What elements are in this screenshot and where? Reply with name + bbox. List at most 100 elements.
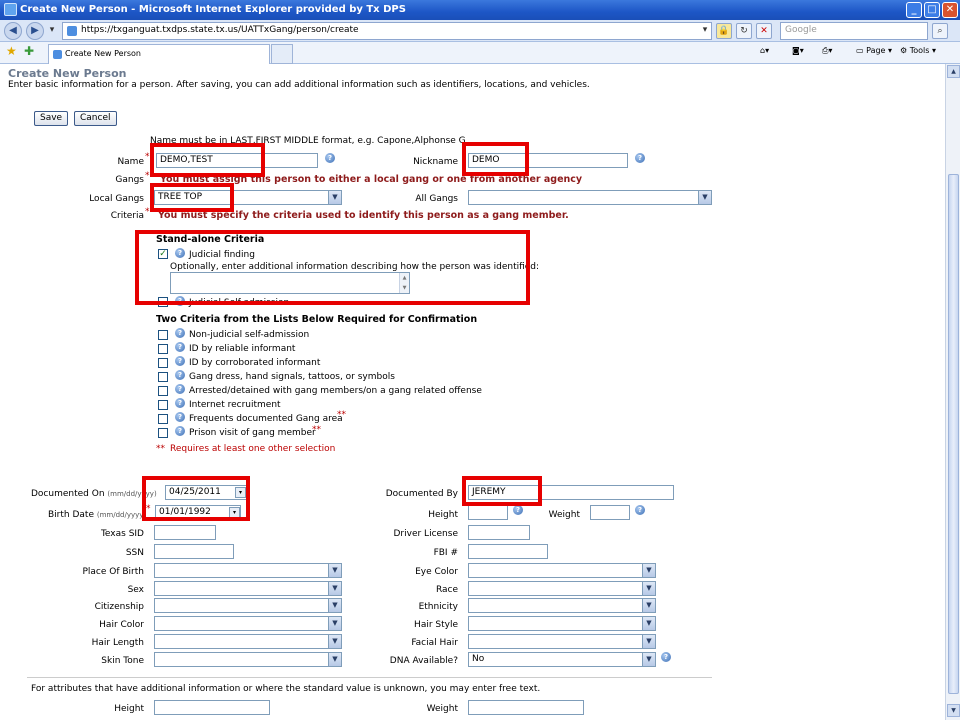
new-tab-button[interactable] xyxy=(271,44,293,64)
hair-color-label: Hair Color xyxy=(99,620,144,630)
criteria-checkbox[interactable] xyxy=(158,400,168,410)
page-menu[interactable]: ▭ Page ▾ xyxy=(856,46,892,55)
criteria-checkbox[interactable] xyxy=(158,358,168,368)
eye-color-select[interactable]: ▼ xyxy=(468,563,656,578)
maximize-icon[interactable]: □ xyxy=(924,2,940,18)
weight-freetext-input[interactable] xyxy=(468,700,584,715)
facial-hair-select[interactable]: ▼ xyxy=(468,634,656,649)
chevron-down-icon[interactable]: ▼ xyxy=(642,653,655,666)
double-marker: ** xyxy=(337,410,346,420)
help-icon[interactable]: ? xyxy=(175,384,185,394)
print-icon[interactable]: ⎙▾ xyxy=(822,46,832,56)
height-freetext-input[interactable] xyxy=(154,700,270,715)
criteria-checkbox[interactable] xyxy=(158,414,168,424)
cancel-button[interactable]: Cancel xyxy=(74,111,117,126)
help-icon[interactable]: ? xyxy=(175,412,185,422)
height-input[interactable] xyxy=(468,505,508,520)
sex-select[interactable]: ▼ xyxy=(154,581,342,596)
help-icon[interactable]: ? xyxy=(661,652,671,662)
all-gangs-label: All Gangs xyxy=(415,194,458,204)
texas-sid-input[interactable] xyxy=(154,525,216,540)
help-icon[interactable]: ? xyxy=(635,153,645,163)
tab-create-new-person[interactable]: Create New Person xyxy=(48,44,270,64)
hair-color-select[interactable]: ▼ xyxy=(154,616,342,631)
chevron-down-icon[interactable]: ▼ xyxy=(642,617,655,630)
height-label: Height xyxy=(428,510,458,520)
criteria-checkbox[interactable] xyxy=(158,386,168,396)
driver-license-input[interactable] xyxy=(468,525,530,540)
help-icon[interactable]: ? xyxy=(635,505,645,515)
citizenship-select[interactable]: ▼ xyxy=(154,598,342,613)
chevron-down-icon[interactable]: ▼ xyxy=(328,582,341,595)
all-gangs-select[interactable]: ▼ xyxy=(468,190,712,205)
fbi-input[interactable] xyxy=(468,544,548,559)
criteria-item: ID by corroborated informant xyxy=(189,358,321,368)
criteria-item: ID by reliable informant xyxy=(189,344,296,354)
chevron-down-icon[interactable]: ▼ xyxy=(642,564,655,577)
criteria-checkbox[interactable] xyxy=(158,372,168,382)
height-freetext-label: Height xyxy=(114,704,144,714)
chevron-down-icon[interactable]: ▼ xyxy=(642,599,655,612)
search-icon[interactable]: ⌕ xyxy=(932,23,948,39)
forward-icon[interactable]: ▶ xyxy=(26,22,44,40)
home-icon[interactable]: ⌂▾ xyxy=(760,46,769,55)
highlight-box xyxy=(135,230,530,305)
vertical-scrollbar[interactable]: ▲ ▼ xyxy=(945,64,960,720)
double-marker: ** xyxy=(312,425,321,435)
feeds-icon[interactable]: ◙▾ xyxy=(792,46,804,55)
scroll-down-icon[interactable]: ▼ xyxy=(947,704,960,717)
ethnicity-select[interactable]: ▼ xyxy=(468,598,656,613)
page-title: Create New Person xyxy=(8,67,127,80)
scroll-up-icon[interactable]: ▲ xyxy=(947,65,960,78)
chevron-down-icon[interactable]: ▼ xyxy=(698,191,711,204)
lock-icon[interactable]: 🔒 xyxy=(716,23,732,39)
url-dropdown-icon[interactable]: ▾ xyxy=(697,23,713,39)
place-of-birth-select[interactable]: ▼ xyxy=(154,563,342,578)
help-icon[interactable]: ? xyxy=(513,505,523,515)
skin-tone-select[interactable]: ▼ xyxy=(154,652,342,667)
race-select[interactable]: ▼ xyxy=(468,581,656,596)
chevron-down-icon[interactable]: ▼ xyxy=(328,617,341,630)
close-icon[interactable]: ✕ xyxy=(942,2,958,18)
url-input[interactable]: https://txganguat.txdps.state.tx.us/UATT… xyxy=(62,22,712,40)
tools-menu[interactable]: ⚙ Tools ▾ xyxy=(900,46,936,55)
help-icon[interactable]: ? xyxy=(175,328,185,338)
help-icon[interactable]: ? xyxy=(325,153,335,163)
minimize-icon[interactable]: _ xyxy=(906,2,922,18)
criteria-checkbox[interactable] xyxy=(158,428,168,438)
chevron-down-icon[interactable]: ▼ xyxy=(642,582,655,595)
help-icon[interactable]: ? xyxy=(175,342,185,352)
weight-input[interactable] xyxy=(590,505,630,520)
documented-on-text: Documented On xyxy=(31,489,105,499)
chevron-down-icon[interactable]: ▾ xyxy=(46,23,58,39)
chevron-down-icon[interactable]: ▼ xyxy=(328,653,341,666)
chevron-down-icon[interactable]: ▼ xyxy=(642,635,655,648)
chevron-down-icon[interactable]: ▼ xyxy=(328,564,341,577)
help-icon[interactable]: ? xyxy=(175,398,185,408)
save-button[interactable]: Save xyxy=(34,111,69,126)
required-marker: * xyxy=(145,207,150,217)
search-input[interactable]: Google xyxy=(780,22,928,40)
criteria-item: Non-judicial self-admission xyxy=(189,330,310,340)
criteria-checkbox[interactable] xyxy=(158,344,168,354)
help-icon[interactable]: ? xyxy=(175,370,185,380)
hair-length-select[interactable]: ▼ xyxy=(154,634,342,649)
chevron-down-icon[interactable]: ▼ xyxy=(328,599,341,612)
hair-style-select[interactable]: ▼ xyxy=(468,616,656,631)
refresh-icon[interactable]: ↻ xyxy=(736,23,752,39)
scrollbar-thumb[interactable] xyxy=(948,174,959,694)
criteria-checkbox[interactable] xyxy=(158,330,168,340)
help-icon[interactable]: ? xyxy=(175,356,185,366)
help-icon[interactable]: ? xyxy=(175,426,185,436)
driver-license-label: Driver License xyxy=(393,529,459,539)
ssn-input[interactable] xyxy=(154,544,234,559)
add-favorites-icon[interactable]: ✚ xyxy=(24,44,34,58)
chevron-down-icon[interactable]: ▼ xyxy=(328,635,341,648)
stop-icon[interactable]: ✕ xyxy=(756,23,772,39)
favorites-star-icon[interactable]: ★ xyxy=(6,44,17,58)
highlight-box xyxy=(462,476,542,506)
ethnicity-label: Ethnicity xyxy=(418,602,458,612)
dna-available-select[interactable]: No ▼ xyxy=(468,652,656,667)
chevron-down-icon[interactable]: ▼ xyxy=(328,191,341,204)
back-icon[interactable]: ◀ xyxy=(4,22,22,40)
